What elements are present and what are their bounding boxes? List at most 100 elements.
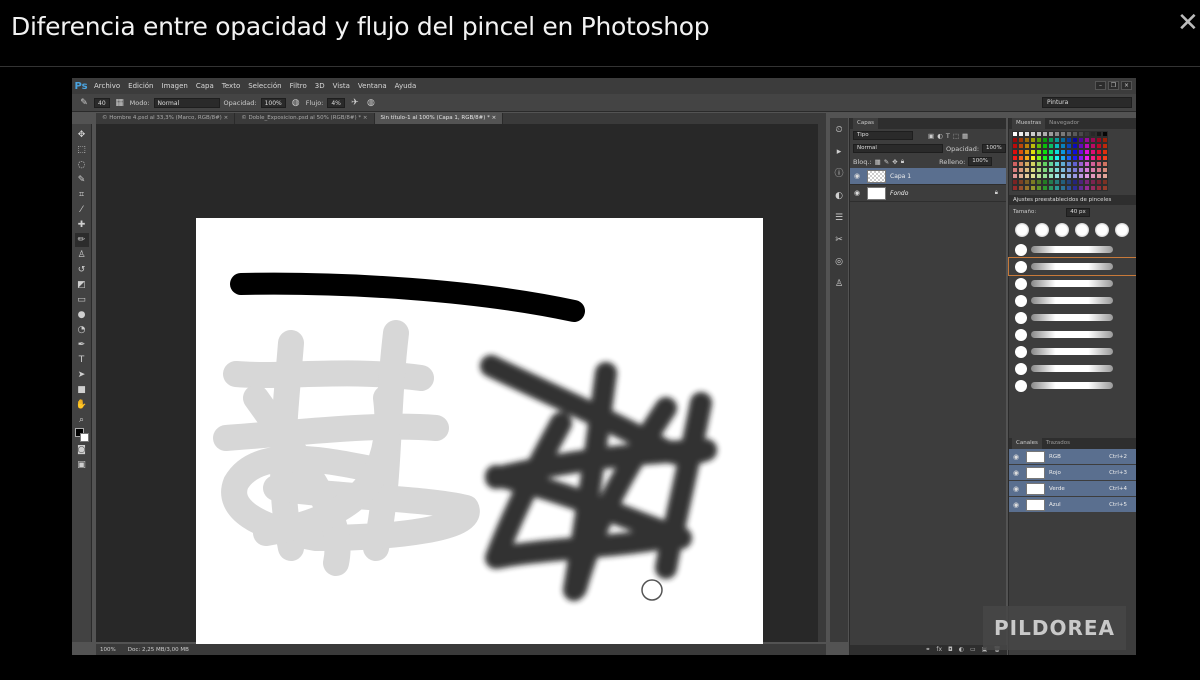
- filter-adjust-icon[interactable]: ◐: [937, 132, 943, 140]
- eraser-tool-icon[interactable]: ◩: [75, 278, 89, 292]
- quick-mask-icon[interactable]: ◙: [75, 443, 89, 457]
- brush-preset-item[interactable]: [1009, 377, 1136, 394]
- pressure-size-icon[interactable]: ◍: [365, 97, 377, 109]
- info-icon[interactable]: ⓘ: [833, 168, 845, 180]
- flow-field[interactable]: 4%: [327, 97, 345, 108]
- gradient-tool-icon[interactable]: ▭: [75, 293, 89, 307]
- brush-tip[interactable]: [1095, 223, 1109, 237]
- blend-mode-select[interactable]: Normal: [853, 144, 943, 153]
- lock-transparent-icon[interactable]: ▦: [875, 158, 881, 166]
- layer-name[interactable]: Fondo: [890, 190, 908, 197]
- group-icon[interactable]: ▭: [970, 645, 976, 655]
- brush-preset-item[interactable]: [1008, 257, 1136, 276]
- menu-capa[interactable]: Capa: [192, 82, 218, 90]
- fill-field[interactable]: 100%: [968, 157, 993, 166]
- link-icon[interactable]: ⚭: [925, 645, 930, 655]
- marquee-tool-icon[interactable]: ⬚: [75, 143, 89, 157]
- shape-tool-icon[interactable]: ■: [75, 383, 89, 397]
- tab-muestras[interactable]: Muestras: [1012, 118, 1046, 129]
- brush-tip[interactable]: [1115, 223, 1129, 237]
- eye-icon[interactable]: ◉: [1013, 453, 1022, 461]
- brush-preset-item[interactable]: [1009, 309, 1136, 326]
- menu-vista[interactable]: Vista: [329, 82, 354, 90]
- lock-position-icon[interactable]: ✥: [892, 158, 897, 166]
- menu-ventana[interactable]: Ventana: [354, 82, 391, 90]
- tab-doble-exposicion[interactable]: © Doble_Exposicion.psd al 50% (RGB/8#) *…: [235, 113, 375, 124]
- airbrush-icon[interactable]: ✈: [349, 97, 361, 109]
- history-icon[interactable]: ⏲: [833, 124, 845, 136]
- eyedropper-tool-icon[interactable]: ⁄: [75, 203, 89, 217]
- menu-archivo[interactable]: Archivo: [90, 82, 124, 90]
- path-select-tool-icon[interactable]: ➤: [75, 368, 89, 382]
- filter-shape-icon[interactable]: ⬚: [953, 132, 959, 140]
- minimize-icon[interactable]: –: [1095, 81, 1106, 90]
- channel-row[interactable]: ◉ Rojo Ctrl+3: [1009, 465, 1136, 481]
- color-swatch[interactable]: [1102, 185, 1108, 191]
- tab-canales[interactable]: Canales: [1012, 438, 1042, 449]
- brush-preset-item[interactable]: [1009, 343, 1136, 360]
- lock-all-icon[interactable]: 🔒︎: [901, 157, 904, 166]
- menu-3d[interactable]: 3D: [311, 82, 329, 90]
- stamp-source-icon[interactable]: ♙: [833, 278, 845, 290]
- history-brush-tool-icon[interactable]: ↺: [75, 263, 89, 277]
- brush-preset-item[interactable]: [1009, 360, 1136, 377]
- layer-row[interactable]: ◉ Fondo 🔒︎: [850, 185, 1006, 202]
- brush-tool-icon[interactable]: ✏: [74, 233, 89, 247]
- brush-tool-icon[interactable]: ✎: [78, 97, 90, 109]
- canvas-scrollbar[interactable]: [818, 124, 826, 642]
- filter-type-icon[interactable]: T: [946, 132, 950, 140]
- type-tool-icon[interactable]: T: [75, 353, 89, 367]
- adjustments-icon[interactable]: ◐: [833, 190, 845, 202]
- window-close-icon[interactable]: ×: [1121, 81, 1132, 90]
- brush-tip[interactable]: [1015, 223, 1029, 237]
- menu-imagen[interactable]: Imagen: [158, 82, 192, 90]
- brush-panel-icon[interactable]: ▦: [114, 97, 126, 109]
- tab-navegador[interactable]: Navegador: [1045, 118, 1083, 129]
- channel-row[interactable]: ◉ Azul Ctrl+5: [1009, 497, 1136, 513]
- crop-tool-icon[interactable]: ⌗: [75, 188, 89, 202]
- fx-icon[interactable]: fx: [936, 645, 942, 655]
- menu-filtro[interactable]: Filtro: [286, 82, 311, 90]
- brush-preset-item[interactable]: [1009, 292, 1136, 309]
- styles-icon[interactable]: ◎: [833, 256, 845, 268]
- size-value[interactable]: 40 px: [1066, 207, 1090, 217]
- filter-pixel-icon[interactable]: ▣: [928, 132, 934, 140]
- properties-icon[interactable]: ☰: [833, 212, 845, 224]
- menu-texto[interactable]: Texto: [218, 82, 244, 90]
- eye-icon[interactable]: ◉: [1013, 485, 1022, 493]
- brush-preset-item[interactable]: [1009, 275, 1136, 292]
- eye-icon[interactable]: ◉: [1013, 469, 1022, 477]
- layer-row[interactable]: ◉ Capa 1: [850, 168, 1006, 185]
- background-color[interactable]: [79, 433, 89, 442]
- eye-icon[interactable]: ◉: [1013, 501, 1022, 509]
- pen-tool-icon[interactable]: ✒: [75, 338, 89, 352]
- color-swatches[interactable]: [74, 428, 89, 442]
- tab-sin-titulo[interactable]: Sin título-1 al 100% (Capa 1, RGB/8#) * …: [374, 113, 504, 124]
- document-canvas[interactable]: [196, 218, 763, 644]
- brush-size-picker[interactable]: 40: [94, 97, 110, 108]
- brush-tip[interactable]: [1055, 223, 1069, 237]
- layer-kind-filter[interactable]: Tipo: [853, 131, 913, 140]
- layer-opacity-field[interactable]: 100%: [982, 144, 1006, 153]
- quick-select-tool-icon[interactable]: ✎: [75, 173, 89, 187]
- pressure-opacity-icon[interactable]: ◍: [290, 97, 302, 109]
- dodge-tool-icon[interactable]: ◔: [75, 323, 89, 337]
- zoom-level[interactable]: 100%: [100, 647, 116, 653]
- menu-seleccion[interactable]: Selección: [244, 82, 285, 90]
- tab-capas[interactable]: Capas: [853, 118, 878, 129]
- mask-icon[interactable]: ◘: [948, 645, 953, 655]
- eye-icon[interactable]: ◉: [854, 172, 863, 180]
- workspace-select[interactable]: Pintura: [1042, 97, 1132, 108]
- tab-trazados[interactable]: Trazados: [1042, 438, 1074, 449]
- adjustment-layer-icon[interactable]: ◐: [959, 645, 964, 655]
- move-tool-icon[interactable]: ✥: [75, 128, 89, 142]
- brush-tip[interactable]: [1035, 223, 1049, 237]
- channel-row[interactable]: ◉ RGB Ctrl+2: [1009, 449, 1136, 465]
- menu-ayuda[interactable]: Ayuda: [391, 82, 421, 90]
- tab-hombre[interactable]: © Hombre 4.psd al 33,3% (Marco, RGB/8#) …: [96, 113, 236, 124]
- layer-name[interactable]: Capa 1: [890, 173, 911, 180]
- close-icon[interactable]: ✕: [1177, 8, 1199, 38]
- mode-select[interactable]: Normal: [153, 97, 220, 108]
- actions-icon[interactable]: ▸: [833, 146, 845, 158]
- lock-pixels-icon[interactable]: ✎: [884, 158, 889, 166]
